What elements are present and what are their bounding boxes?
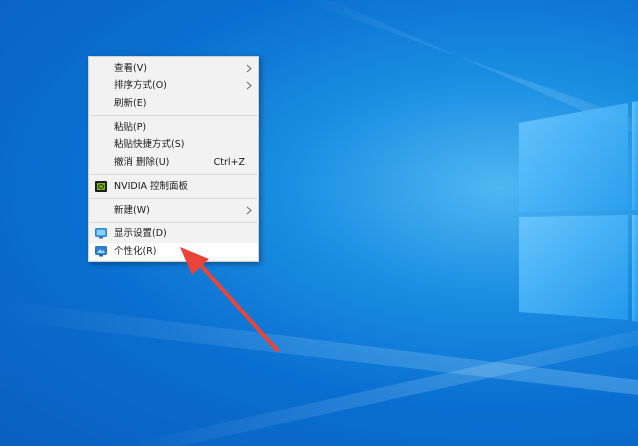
chevron-right-icon (246, 81, 252, 90)
menu-item-personalize[interactable]: 个性化(R) (89, 243, 258, 260)
menu-separator (90, 115, 257, 116)
chevron-right-icon (246, 64, 252, 73)
menu-item-new[interactable]: 新建(W) (89, 202, 258, 219)
menu-separator (90, 222, 257, 223)
menu-item-new-label: 新建(W) (114, 205, 150, 216)
menu-item-sort-by[interactable]: 排序方式(O) (89, 77, 258, 94)
menu-item-undo-delete-shortcut: Ctrl+Z (213, 157, 245, 168)
menu-item-personalize-label: 个性化(R) (114, 246, 157, 257)
menu-item-paste-shortcut-label: 粘贴快捷方式(S) (114, 139, 185, 150)
menu-separator (90, 174, 257, 175)
nvidia-icon (95, 181, 107, 192)
menu-item-view-label: 查看(V) (114, 63, 147, 74)
menu-item-display-settings[interactable]: 显示设置(D) (89, 225, 258, 242)
menu-item-view[interactable]: 查看(V) (89, 60, 258, 77)
menu-item-undo-delete[interactable]: 撤消 删除(U) Ctrl+Z (89, 154, 258, 171)
menu-item-display-settings-label: 显示设置(D) (114, 228, 167, 239)
desktop-context-menu: 查看(V) 排序方式(O) 刷新(E) 粘贴(P) 粘贴快捷方式(S) 撤消 删… (88, 56, 259, 262)
personalize-icon (95, 246, 107, 257)
menu-item-undo-delete-label: 撤消 删除(U) (114, 157, 170, 168)
menu-item-paste-label: 粘贴(P) (114, 122, 147, 133)
menu-item-refresh[interactable]: 刷新(E) (89, 95, 258, 112)
menu-item-nvidia-control-panel-label: NVIDIA 控制面板 (114, 181, 189, 192)
menu-item-nvidia-control-panel[interactable]: NVIDIA 控制面板 (89, 178, 258, 195)
chevron-right-icon (246, 206, 252, 215)
menu-item-paste-shortcut[interactable]: 粘贴快捷方式(S) (89, 136, 258, 153)
menu-item-sort-by-label: 排序方式(O) (114, 80, 167, 91)
menu-item-refresh-label: 刷新(E) (114, 98, 147, 109)
menu-item-paste[interactable]: 粘贴(P) (89, 119, 258, 136)
display-settings-icon (95, 228, 107, 239)
menu-separator (90, 198, 257, 199)
desktop[interactable]: 查看(V) 排序方式(O) 刷新(E) 粘贴(P) 粘贴快捷方式(S) 撤消 删… (0, 0, 638, 446)
